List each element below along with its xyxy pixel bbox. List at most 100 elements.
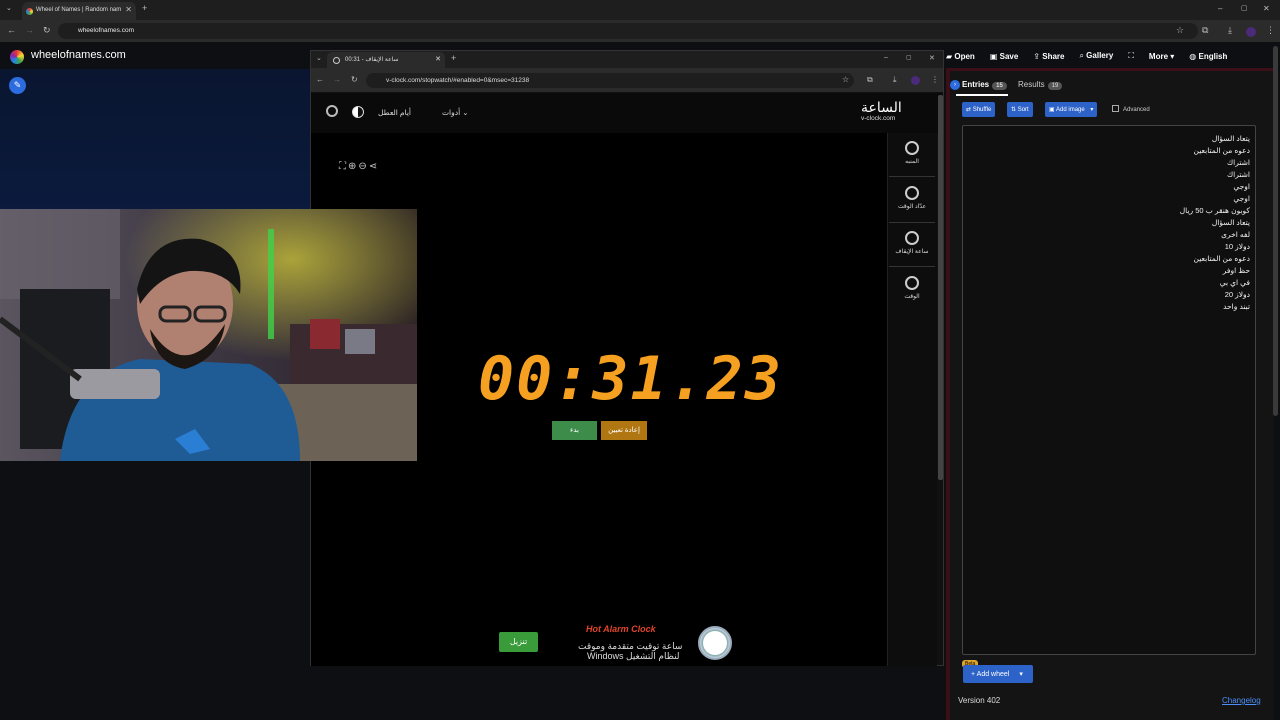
ad-line-2: Windows لنظام التشغيل: [587, 651, 680, 661]
advanced-checkbox[interactable]: Advanced: [1112, 105, 1150, 113]
share-button[interactable]: ⇪ Share: [1033, 52, 1064, 61]
list-item: تبند واحد: [1223, 302, 1250, 311]
entries-textarea[interactable]: يتعاد السؤال دعوه من المتابعين اشتراك اش…: [962, 125, 1256, 655]
timer-icon: [905, 186, 919, 200]
minimize-icon[interactable]: –: [1218, 4, 1222, 13]
webcam-overlay: [0, 209, 417, 461]
new-tab-icon[interactable]: +: [142, 3, 147, 13]
active-tab-indicator: [956, 94, 1008, 96]
edit-pencil-icon[interactable]: ✎: [9, 77, 26, 94]
wheel-favicon-icon: [26, 8, 33, 15]
back-icon[interactable]: ←: [316, 75, 324, 84]
vclock-sidebar: [887, 133, 937, 666]
list-item: دولاز 10: [1224, 242, 1250, 251]
maximize-icon[interactable]: ▢: [1241, 4, 1248, 12]
changelog-link[interactable]: Changelog: [1222, 696, 1261, 705]
vclock-logo[interactable]: الساعة: [861, 99, 902, 116]
window-close-icon[interactable]: ✕: [1263, 4, 1270, 13]
list-item: دولاز 20: [1224, 290, 1250, 299]
reload-icon[interactable]: ↻: [351, 75, 358, 84]
clock-icon: [905, 276, 919, 290]
theme-contrast-icon[interactable]: [352, 106, 364, 118]
reload-icon[interactable]: ↻: [43, 25, 51, 36]
language-button[interactable]: ◍ English: [1189, 52, 1227, 61]
download-button[interactable]: تنزيل: [499, 632, 538, 652]
list-item: كوبون هنقر ب 50 ريال: [1179, 206, 1250, 215]
wheel-logo-icon: [10, 50, 24, 64]
version-label: Version 402: [958, 696, 1001, 705]
open-button[interactable]: ▰ Open: [946, 52, 975, 61]
gallery-button[interactable]: ⌕ Gallery: [1079, 51, 1113, 61]
tab-search-icon[interactable]: ⌄: [316, 54, 322, 62]
bookmark-star-icon[interactable]: ☆: [1176, 25, 1184, 36]
download-icon[interactable]: ⤓: [893, 75, 897, 85]
wheel-toolbar: ▰ Open ▣ Save ⇪ Share ⌕ Gallery ⛶ More ▾…: [946, 46, 1227, 66]
profile-avatar[interactable]: [911, 76, 920, 85]
menu-kebab-icon[interactable]: ⋮: [931, 75, 939, 84]
list-item: حظ اوفر: [1222, 266, 1250, 275]
sidebar-item-timer[interactable]: عدّاد الوقت: [887, 186, 937, 210]
outer-tab-title: Wheel of Names | Random nam: [36, 7, 122, 13]
webcam-image: [0, 209, 417, 461]
add-wheel-button[interactable]: + Add wheel ▾: [963, 665, 1033, 683]
fullscreen-icon[interactable]: ⛶: [1128, 51, 1134, 61]
list-item: دعوه من المتابعين: [1193, 146, 1250, 155]
back-icon[interactable]: ←: [7, 25, 16, 35]
menu-kebab-icon[interactable]: ⋮: [1266, 25, 1275, 36]
save-button[interactable]: ▣ Save: [990, 52, 1018, 61]
profile-avatar[interactable]: [1246, 27, 1256, 37]
sidebar-item-alarm[interactable]: المنبه: [887, 141, 937, 165]
list-item: اشتراك: [1226, 170, 1250, 179]
extensions-icon[interactable]: ⧉: [1202, 25, 1208, 36]
vclock-url-field[interactable]: v-clock.com/stopwatch/#enabled=0&msec=31…: [366, 73, 854, 88]
bookmark-star-icon[interactable]: ☆: [842, 75, 849, 84]
list-item: دعوه من المتابعين: [1193, 254, 1250, 263]
vclock-scrollbar[interactable]: [938, 95, 943, 480]
outer-url-text: wheelofnames.com: [78, 27, 134, 34]
window-close-icon[interactable]: ✕: [929, 54, 935, 62]
more-button[interactable]: More ▾: [1149, 52, 1174, 61]
vclock-tab[interactable]: ساعة الإيقاف - 00:31 ✕: [327, 52, 445, 68]
list-item: لفه اخرى: [1221, 230, 1250, 239]
page-scrollbar[interactable]: [1273, 46, 1278, 416]
site-title[interactable]: wheelofnames.com: [31, 49, 126, 61]
forward-icon[interactable]: →: [25, 25, 34, 35]
entries-count-badge: 15: [992, 82, 1007, 90]
vclock-logo-domain: v-clock.com: [861, 115, 896, 122]
maximize-icon[interactable]: ▢: [906, 54, 912, 61]
minimize-icon[interactable]: –: [884, 54, 888, 61]
list-item: اوجي: [1233, 182, 1250, 191]
start-button[interactable]: بدء: [552, 421, 597, 440]
nav-tools[interactable]: أدوات ⌄: [442, 108, 469, 117]
close-icon[interactable]: ✕: [435, 55, 441, 63]
nav-holidays[interactable]: أيام العطل: [378, 108, 411, 117]
sidebar-item-stopwatch[interactable]: ساعة الإيقاف: [887, 231, 937, 255]
shuffle-button[interactable]: ⇄ Shuffle: [962, 102, 996, 117]
outer-url-field[interactable]: wheelofnames.com: [58, 23, 1198, 39]
sort-button[interactable]: ⇅ Sort: [1007, 102, 1033, 117]
tab-search-icon[interactable]: ⌄: [6, 4, 12, 12]
close-icon[interactable]: ✕: [125, 5, 132, 14]
new-tab-icon[interactable]: +: [451, 53, 456, 63]
sidebar-divider: [889, 266, 935, 267]
tab-entries[interactable]: Entries 15: [962, 80, 1007, 90]
ad-title[interactable]: Hot Alarm Clock: [586, 624, 656, 634]
collapse-panel-icon[interactable]: ›: [950, 80, 960, 90]
stopwatch-tool-icons[interactable]: ⛶⊕⊖⋖: [339, 161, 379, 172]
sidebar-item-time[interactable]: الوقت: [887, 276, 937, 300]
settings-gear-icon[interactable]: [326, 105, 338, 117]
extensions-icon[interactable]: ⧉: [867, 75, 873, 85]
vclock-url-text: v-clock.com/stopwatch/#enabled=0&msec=31…: [386, 77, 530, 84]
forward-icon[interactable]: →: [333, 75, 341, 84]
stopwatch-display: 00:31.23: [478, 344, 783, 414]
stopwatch-icon: [905, 231, 919, 245]
stopwatch-favicon-icon: [333, 57, 340, 64]
list-item: يتعاد السؤال: [1211, 218, 1250, 227]
add-image-button[interactable]: ▣ Add image ▾: [1045, 102, 1098, 117]
tab-results[interactable]: Results 19: [1018, 80, 1063, 90]
download-icon[interactable]: ⤓: [1228, 25, 1232, 36]
outer-tab-wheel[interactable]: Wheel of Names | Random nam ✕: [22, 2, 136, 20]
wheel-canvas-area[interactable]: [0, 69, 310, 210]
reset-button[interactable]: إعادة تعيين: [601, 421, 647, 440]
alarm-clock-icon: [905, 141, 919, 155]
